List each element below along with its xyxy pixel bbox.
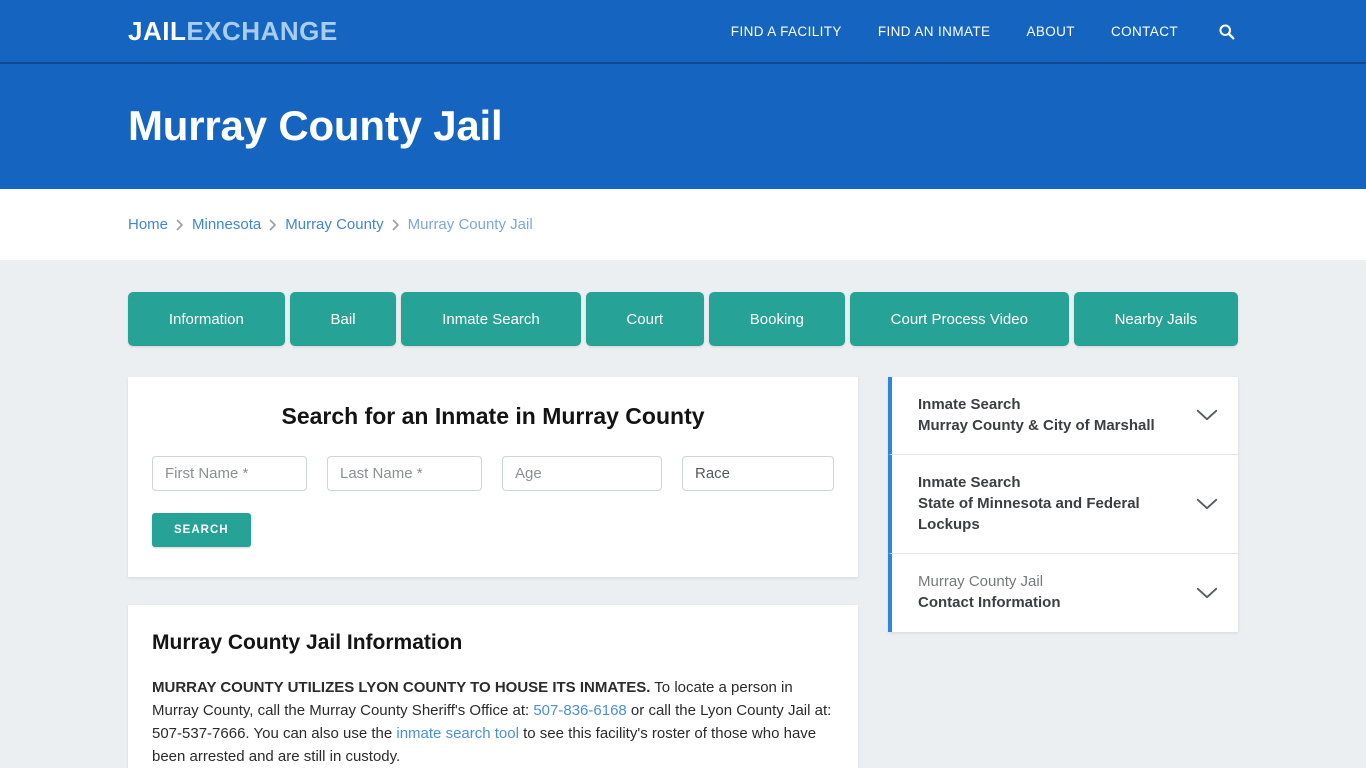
inmate-search-card: Search for an Inmate in Murray County Ra… [128,377,858,577]
info-heading: Murray County Jail Information [152,631,463,654]
jail-information-card: Murray County Jail Information MURRAY CO… [128,605,858,768]
page-content: Information Bail Inmate Search Court Boo… [0,260,1366,768]
breadcrumb-item-current: Murray County Jail [407,216,533,233]
accordion-item-line2: Contact Information [918,594,1061,612]
info-lead-text: MURRAY COUNTY UTILIZES LYON COUNTY TO HO… [152,679,651,696]
accordion-item-line1: Inmate Search [918,474,1021,492]
breadcrumb-item-minnesota[interactable]: Minnesota [192,216,261,233]
breadcrumb-separator-icon [176,219,184,231]
tab-court[interactable]: Court [585,292,704,346]
accordion-item-line1: Inmate Search [918,396,1021,413]
sheriff-phone-link[interactable]: 507-836-6168 [533,702,626,719]
logo-primary-text: JAIL [128,16,187,46]
breadcrumb-separator-icon [392,219,400,231]
first-name-input[interactable] [152,456,307,491]
tab-inmate-search[interactable]: Inmate Search [401,292,581,346]
nav-item-find-a-facility[interactable]: FIND A FACILITY [731,24,842,39]
breadcrumb-bar: Home Minnesota Murray County Murray Coun… [0,189,1366,260]
search-heading: Search for an Inmate in Murray County [281,403,705,429]
breadcrumb-item-murray-county[interactable]: Murray County [285,216,383,233]
breadcrumb-separator-icon [269,219,277,231]
tab-court-process-video[interactable]: Court Process Video [849,292,1069,346]
chevron-down-icon[interactable] [1196,587,1218,600]
sidebar-accordion: Inmate Search Murray County & City of Ma… [888,377,1238,632]
search-icon[interactable] [1216,21,1236,41]
breadcrumb: Home Minnesota Murray County Murray Coun… [128,216,533,233]
age-input[interactable] [502,456,662,491]
site-logo[interactable]: JAILEXCHANGE [128,18,338,44]
info-body: MURRAY COUNTY UTILIZES LYON COUNTY TO HO… [152,677,834,768]
main-navigation: FIND A FACILITY FIND AN INMATE ABOUT CON… [731,21,1236,41]
page-hero: Murray County Jail [0,64,1366,189]
nav-item-about[interactable]: ABOUT [1026,24,1075,39]
tab-bail[interactable]: Bail [289,292,397,346]
tab-nearby-jails[interactable]: Nearby Jails [1073,292,1238,346]
tab-information[interactable]: Information [128,292,285,346]
chevron-down-icon[interactable] [1196,498,1218,511]
race-select[interactable]: Race [682,456,834,491]
main-column: Search for an Inmate in Murray County Ra… [128,377,858,768]
accordion-item-line2: State of Minnesota and Federal Lockups [918,495,1140,533]
breadcrumb-item-home[interactable]: Home [128,216,168,233]
nav-item-find-an-inmate[interactable]: FIND AN INMATE [878,24,991,39]
site-header: JAILEXCHANGE FIND A FACILITY FIND AN INM… [0,0,1366,64]
accordion-item-line1: Murray County Jail [918,573,1044,591]
accordion-item-line2: Murray County & City of Marshall [918,416,1155,434]
nav-item-contact[interactable]: CONTACT [1111,24,1178,39]
accordion-item-inmate-search-county[interactable]: Inmate Search Murray County & City of Ma… [888,377,1238,456]
tab-booking[interactable]: Booking [708,292,845,346]
accordion-item-text: Inmate Search Murray County & City of Ma… [918,395,1155,436]
accordion-item-contact-information[interactable]: Murray County Jail Contact Information [888,554,1238,632]
last-name-input[interactable] [327,456,482,491]
sidebar-column: Inmate Search Murray County & City of Ma… [888,377,1238,632]
inmate-search-tool-link[interactable]: inmate search tool [396,725,519,742]
search-submit-button[interactable]: SEARCH [152,513,251,547]
accordion-item-inmate-search-state[interactable]: Inmate Search State of Minnesota and Fed… [888,455,1238,555]
logo-secondary-text: EXCHANGE [186,16,338,46]
page-title: Murray County Jail [128,102,503,150]
accordion-item-text: Inmate Search State of Minnesota and Fed… [918,473,1182,535]
section-tabs: Information Bail Inmate Search Court Boo… [128,292,1238,346]
chevron-down-icon[interactable] [1196,409,1218,422]
search-fields: Race [152,456,834,491]
accordion-item-text: Murray County Jail Contact Information [918,572,1061,613]
